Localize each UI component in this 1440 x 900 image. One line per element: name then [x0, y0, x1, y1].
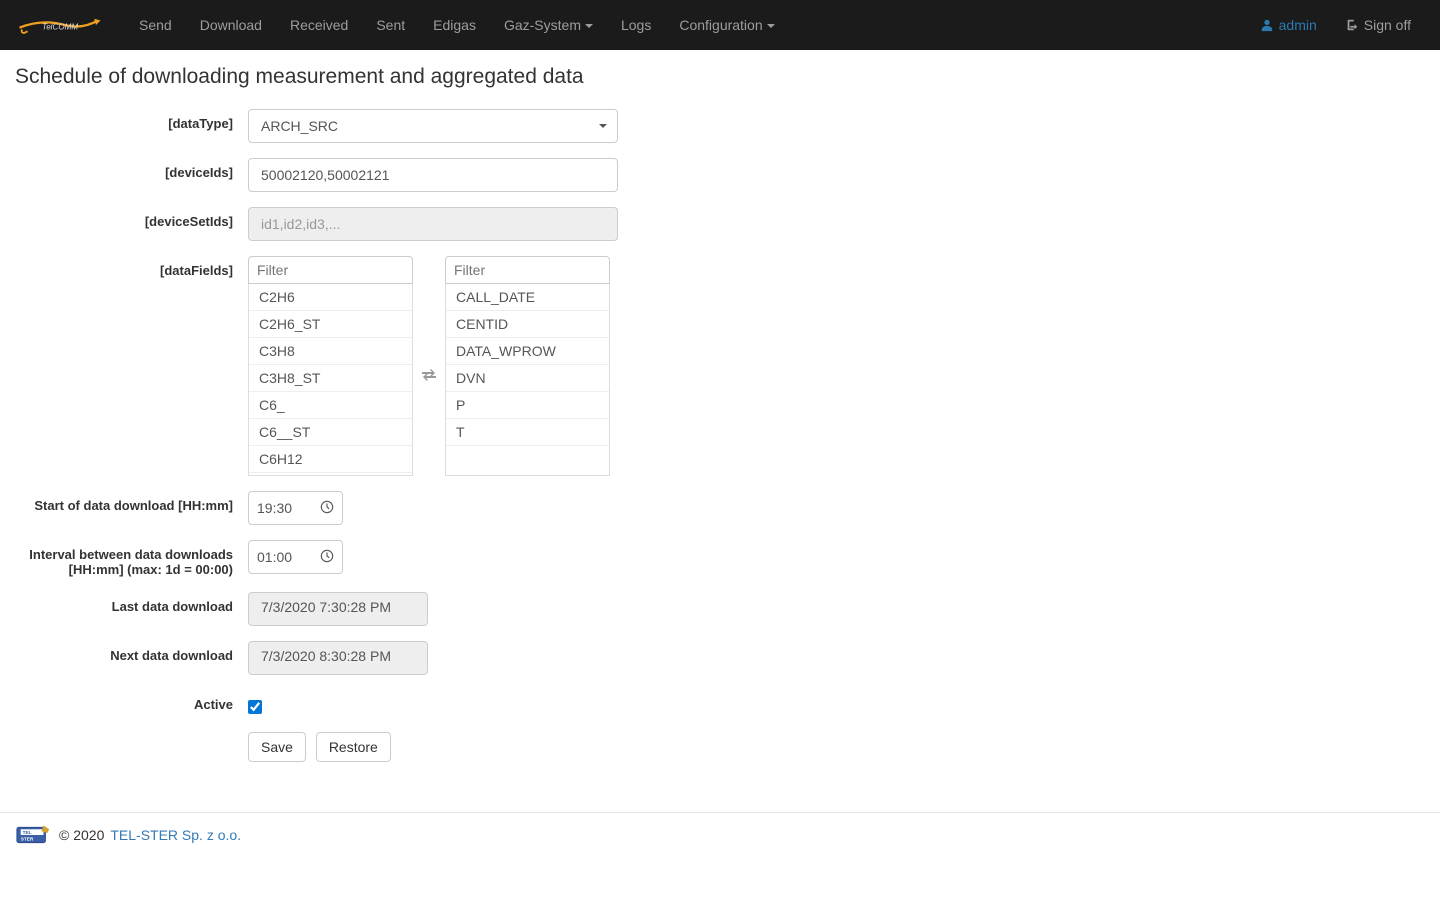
list-item[interactable]: T: [446, 419, 609, 446]
devicesetids-input: [248, 207, 618, 241]
label-deviceids: [deviceIds]: [15, 158, 248, 180]
main-container: Schedule of downloading measurement and …: [0, 50, 1440, 792]
lastdownload-value: 7/3/2020 7:30:28 PM: [248, 592, 428, 626]
available-filter-input[interactable]: [248, 256, 413, 284]
save-button[interactable]: Save: [248, 732, 306, 762]
clock-icon: [320, 549, 334, 566]
datafields-duallist: C2H6 C2H6_ST C3H8 C3H8_ST C6_ C6__ST C6H…: [248, 256, 610, 476]
page-title: Schedule of downloading measurement and …: [15, 65, 1425, 89]
startdownload-input-wrap[interactable]: [248, 491, 343, 525]
nav-send[interactable]: Send: [125, 2, 186, 48]
startdownload-input[interactable]: [257, 500, 307, 516]
list-item[interactable]: DATA_WPROW: [446, 338, 609, 365]
footer-copyright: © 2020: [59, 827, 104, 843]
list-item[interactable]: C6_: [249, 392, 412, 419]
user-icon: [1260, 18, 1274, 32]
selected-filter-input[interactable]: [445, 256, 610, 284]
nav-signoff-label: Sign off: [1364, 17, 1411, 33]
available-fields-list[interactable]: C2H6 C2H6_ST C3H8 C3H8_ST C6_ C6__ST C6H…: [248, 284, 413, 476]
label-datatype: [dataType]: [15, 109, 248, 131]
list-item[interactable]: C6__ST: [249, 419, 412, 446]
selected-fields-list[interactable]: CALL_DATE CENTID DATA_WPROW DVN P T: [445, 284, 610, 476]
chevron-down-icon: [585, 24, 593, 28]
nav-edigas[interactable]: Edigas: [419, 2, 490, 48]
label-lastdownload: Last data download: [15, 592, 248, 614]
swap-icon[interactable]: [421, 367, 437, 386]
clock-icon: [320, 500, 334, 517]
nav-right: admin Sign off: [1246, 2, 1425, 48]
nav-configuration[interactable]: Configuration: [665, 2, 788, 48]
navbar: TelCOMM Send Download Received Sent Edig…: [0, 0, 1440, 50]
nav-gazsystem[interactable]: Gaz-System: [490, 2, 607, 48]
list-item[interactable]: C2H6: [249, 284, 412, 311]
nav-download[interactable]: Download: [186, 2, 276, 48]
nav-sent[interactable]: Sent: [362, 2, 419, 48]
nav-menu: Send Download Received Sent Edigas Gaz-S…: [125, 2, 1246, 48]
nextdownload-value: 7/3/2020 8:30:28 PM: [248, 641, 428, 675]
datatype-select[interactable]: ARCH_SRC: [248, 109, 618, 143]
restore-button[interactable]: Restore: [316, 732, 391, 762]
svg-text:TEL: TEL: [23, 830, 32, 836]
list-item[interactable]: CALL_DATE: [446, 284, 609, 311]
list-item[interactable]: C6H12: [249, 446, 412, 473]
interval-input-wrap[interactable]: [248, 540, 343, 574]
label-nextdownload: Next data download: [15, 641, 248, 663]
deviceids-input[interactable]: [248, 158, 618, 192]
list-item[interactable]: C3H8_ST: [249, 365, 412, 392]
nav-logs[interactable]: Logs: [607, 2, 665, 48]
label-datafields: [dataFields]: [15, 256, 248, 278]
label-startdownload: Start of data download [HH:mm]: [15, 491, 248, 513]
brand-logo[interactable]: TelCOMM: [15, 10, 105, 40]
footer-link[interactable]: TEL-STER Sp. z o.o.: [110, 827, 241, 843]
active-checkbox[interactable]: [248, 700, 262, 714]
interval-input[interactable]: [257, 549, 307, 565]
list-item[interactable]: P: [446, 392, 609, 419]
svg-text:STER: STER: [21, 837, 34, 843]
list-item[interactable]: CENTID: [446, 311, 609, 338]
signoff-icon: [1345, 18, 1359, 32]
list-item[interactable]: C3H8: [249, 338, 412, 365]
footer-logo: TEL STER: [15, 823, 53, 847]
label-interval: Interval between data downloads [HH:mm] …: [15, 540, 248, 577]
list-item[interactable]: C2H6_ST: [249, 311, 412, 338]
footer: TEL STER © 2020 TEL-STER Sp. z o.o.: [0, 812, 1440, 857]
nav-signoff[interactable]: Sign off: [1331, 2, 1425, 48]
label-active: Active: [15, 690, 248, 712]
list-item[interactable]: DVN: [446, 365, 609, 392]
nav-user-label: admin: [1279, 17, 1317, 33]
list-item[interactable]: C6H12_ST: [249, 473, 412, 476]
nav-received[interactable]: Received: [276, 2, 362, 48]
label-devicesetids: [deviceSetIds]: [15, 207, 248, 229]
nav-user[interactable]: admin: [1246, 2, 1331, 48]
chevron-down-icon: [767, 24, 775, 28]
svg-text:TelCOMM: TelCOMM: [42, 23, 78, 32]
